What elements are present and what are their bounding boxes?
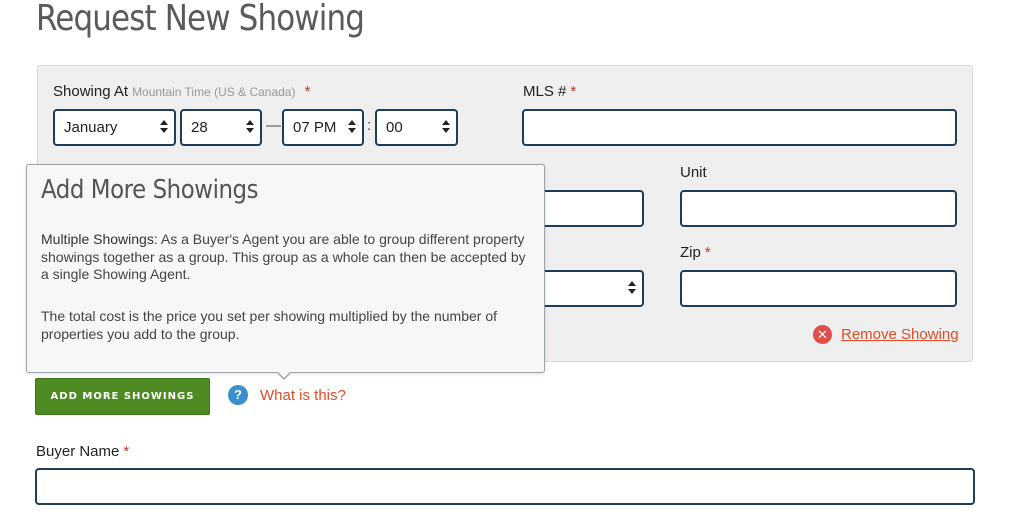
remove-showing-label: Remove Showing (841, 326, 959, 343)
time-colon: : (367, 117, 372, 134)
minute-value: 00 (386, 119, 403, 136)
mls-label: MLS # * (523, 83, 576, 100)
hour-value: 07 PM (293, 119, 337, 136)
tooltip-lead: Multiple Showings: (41, 231, 158, 247)
what-is-this-link[interactable]: ? What is this? (228, 385, 346, 405)
remove-icon: ✕ (813, 325, 832, 344)
page-title: Request New Showing (36, 0, 365, 39)
select-arrows-icon (348, 118, 356, 136)
mls-input[interactable] (522, 109, 957, 146)
tooltip-paragraph-2: The total cost is the price you set per … (41, 308, 498, 342)
required-mark: * (123, 443, 130, 460)
tooltip-arrow (276, 371, 292, 380)
select-arrows-icon (442, 118, 450, 136)
select-arrows-icon (160, 118, 168, 136)
required-mark: * (304, 83, 311, 100)
zip-label: Zip * (680, 244, 711, 261)
day-select[interactable]: 28 (180, 109, 262, 146)
mls-text: MLS # (523, 83, 567, 100)
showing-at-label: Showing At Mountain Time (US & Canada) * (53, 83, 310, 100)
remove-showing-link[interactable]: ✕ Remove Showing (813, 325, 959, 344)
month-select[interactable]: January (53, 109, 176, 146)
question-icon: ? (228, 385, 248, 405)
required-mark: * (570, 83, 577, 100)
showing-at-text: Showing At (53, 83, 129, 100)
buyer-name-input[interactable] (35, 468, 975, 505)
buyer-name-label: Buyer Name * (36, 443, 129, 460)
add-more-showings-tooltip: Add More Showings Multiple Showings: As … (26, 164, 545, 373)
add-more-showings-button[interactable]: ADD MORE SHOWINGS (35, 378, 210, 415)
what-is-this-label: What is this? (260, 386, 346, 404)
time-dash: — (266, 117, 281, 134)
tooltip-title: Add More Showings (41, 175, 259, 205)
minute-select[interactable]: 00 (375, 109, 458, 146)
month-value: January (64, 119, 118, 136)
zip-text: Zip (680, 244, 701, 261)
tooltip-paragraph-1: Multiple Showings: As a Buyer's Agent yo… (41, 231, 535, 284)
zip-input[interactable] (680, 270, 957, 307)
select-arrows-icon (628, 279, 636, 297)
hour-select[interactable]: 07 PM (282, 109, 364, 146)
day-value: 28 (191, 119, 208, 136)
required-mark: * (704, 244, 711, 261)
unit-label: Unit (680, 164, 707, 181)
buyer-name-text: Buyer Name (36, 443, 120, 460)
unit-input[interactable] (680, 190, 957, 227)
select-arrows-icon (246, 118, 254, 136)
timezone-hint: Mountain Time (US & Canada) (132, 85, 296, 99)
